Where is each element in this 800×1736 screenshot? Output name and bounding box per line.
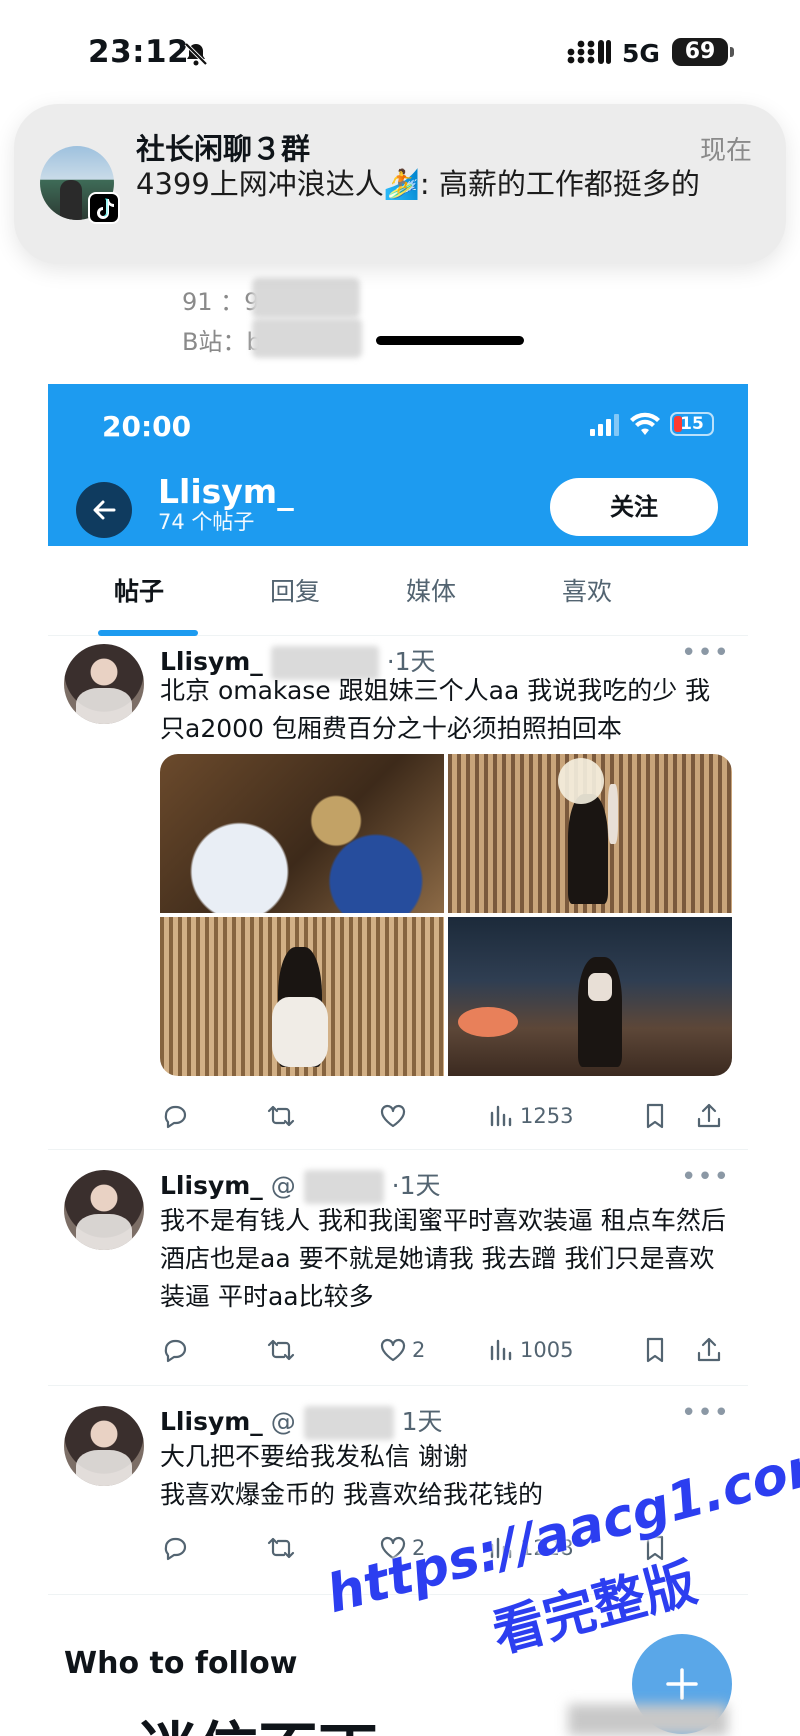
bookmark-button[interactable] [640,1096,670,1136]
media-photo-woman-wall[interactable] [448,754,732,913]
plus-icon [666,1668,698,1700]
tweet-header: Llisym_ @ 1天 [160,1402,443,1440]
tweet-avatar[interactable] [64,1170,144,1250]
tweet-text: 我不是有钱人 我和我闺蜜平时喜欢装逼 租点车然后酒店也是aa 要不就是她请我 我… [160,1206,726,1311]
tab-posts[interactable]: 帖子 [114,572,164,608]
redacted-blur [252,318,362,358]
reply-button[interactable] [160,1528,190,1568]
inner-clock: 20:00 [102,410,192,443]
profile-tabs: 帖子 回复 媒体 喜欢 [48,546,748,636]
cellular-signal-icon [567,38,611,66]
inner-battery: 15 [670,412,714,436]
notification-body: 4399上网冲浪达人🏄: 高薪的工作都挺多的 [136,167,700,201]
repost-icon [267,1537,295,1559]
views-icon [490,1105,512,1127]
tweet[interactable]: Llisym_ ·1天 ••• 北京 omakase 跟姐妹三个人aa 我说我吃… [48,636,748,1150]
redacted-handle [303,1406,394,1440]
os-status-bar: 23:12 5G 69 [0,0,800,100]
tweet-handle: @ [270,1171,296,1200]
background-info-line-2: B站：b [182,328,262,356]
heart-icon [380,1104,406,1128]
media-photo-woman-standing[interactable] [160,917,444,1076]
redacted-blur [568,1704,728,1736]
repost-button[interactable] [266,1330,296,1370]
bookmark-button[interactable] [640,1330,670,1370]
redacted-handle [303,1170,384,1204]
profile-post-count: 74 个帖子 [158,510,255,534]
views-button[interactable]: 1253 [486,1096,573,1136]
notification-title: 社长闲聊３群 [136,132,311,166]
more-options-icon[interactable]: ••• [681,638,730,668]
repost-icon [267,1105,295,1127]
share-button[interactable] [694,1096,724,1136]
reply-button[interactable] [160,1096,190,1136]
battery-indicator: 69 [672,38,728,66]
media-photo-woman-dinner[interactable] [448,917,732,1076]
inner-signal-icon [590,414,620,436]
bookmark-icon [646,1103,664,1129]
share-icon [697,1103,721,1128]
profile-header: 20:00 15 Llisym_ 74 个帖子 关注 [48,384,748,546]
views-icon [490,1339,512,1361]
tweet-actions: 1253 [160,1096,732,1136]
like-button[interactable]: 2 [378,1330,425,1370]
redacted-blur [252,278,360,318]
heart-icon [380,1338,406,1362]
views-button[interactable]: 1005 [486,1330,573,1370]
tweet[interactable]: Llisym_ @ ·1天 ••• 我不是有钱人 我和我闺蜜平时喜欢装逼 租点车… [48,1150,748,1386]
home-indicator [376,336,524,345]
reply-button[interactable] [160,1330,190,1370]
view-count: 1005 [520,1338,574,1362]
notification-banner[interactable]: 社长闲聊３群 现在 4399上网冲浪达人🏄: 高薪的工作都挺多的 [14,104,786,264]
media-photo-food[interactable] [160,754,444,913]
back-button[interactable] [76,482,132,538]
tab-likes[interactable]: 喜欢 [562,572,612,608]
reply-icon [164,1105,187,1129]
arrow-left-icon [93,500,116,520]
wifi-icon [630,411,660,437]
tab-media[interactable]: 媒体 [406,572,456,608]
tweet-time: ·1天 [391,1171,441,1200]
like-count: 2 [412,1338,426,1362]
bookmark-icon [646,1337,664,1363]
tweet-avatar[interactable] [64,644,144,724]
reply-icon [164,1537,187,1561]
os-clock: 23:12 [88,34,190,70]
tweet-actions: 2 1005 [160,1330,732,1370]
partial-bottom-text: 迷信不丁 [138,1702,378,1736]
tweet-author-name[interactable]: Llisym_ [160,1171,263,1200]
tweet-header: Llisym_ @ ·1天 [160,1166,441,1204]
repost-icon [267,1339,295,1361]
who-to-follow-heading: Who to follow [64,1646,298,1681]
background-info-line-1: 91 ：9 [182,288,260,316]
tab-replies[interactable]: 回复 [270,572,320,608]
notification-time: 现在 [699,136,752,166]
tweet-author-name[interactable]: Llisym_ [160,1407,263,1436]
follow-button[interactable]: 关注 [550,478,718,536]
like-button[interactable] [378,1096,412,1136]
repost-button[interactable] [266,1096,296,1136]
repost-button[interactable] [266,1528,296,1568]
tweet-avatar[interactable] [64,1406,144,1486]
silent-bell-icon [182,40,210,68]
share-button[interactable] [694,1330,724,1370]
tweet-time: 1天 [401,1407,443,1436]
network-type: 5G [622,39,660,68]
reply-icon [164,1339,187,1363]
battery-nub-icon [730,47,734,57]
tweet-media-grid[interactable] [160,754,732,1076]
more-options-icon[interactable]: ••• [681,1162,730,1192]
view-count: 1253 [520,1104,574,1128]
tweet-text: 北京 omakase 跟姐妹三个人aa 我说我吃的少 我只a2000 包厢费百分… [160,676,711,743]
tweet-handle: @ [270,1407,296,1436]
tiktok-app-icon [88,192,120,224]
share-icon [697,1337,721,1362]
